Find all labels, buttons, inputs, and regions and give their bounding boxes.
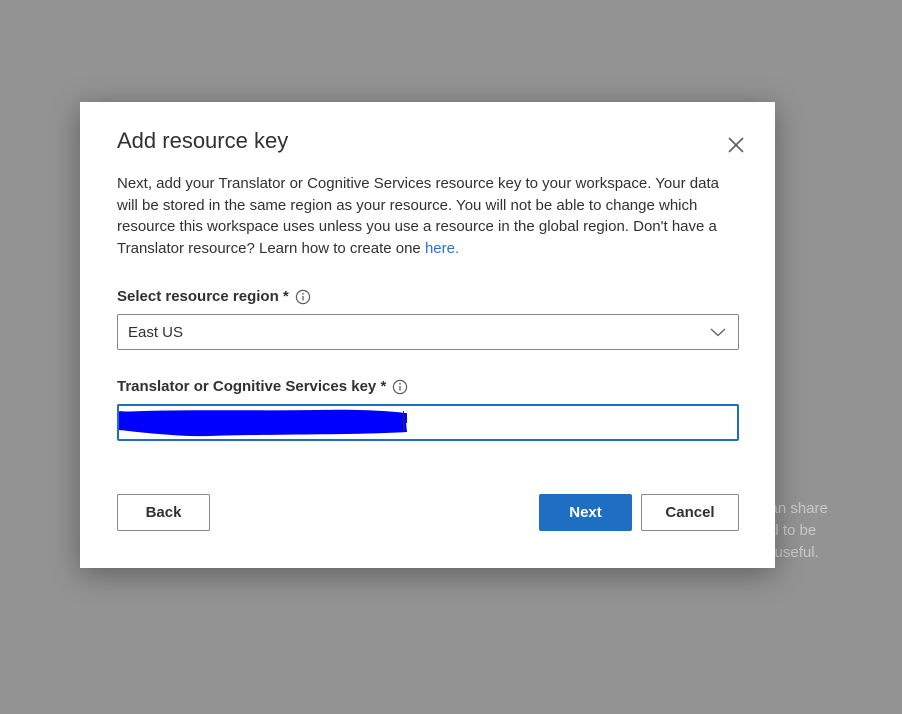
background-text-line: ed to be — [762, 522, 817, 539]
add-resource-key-dialog: Add resource key Next, add your Translat… — [80, 102, 775, 568]
cancel-button[interactable]: Cancel — [641, 494, 739, 531]
info-icon[interactable] — [295, 289, 311, 305]
description-text: Next, add your Translator or Cognitive S… — [117, 175, 719, 257]
region-select-value: East US — [128, 323, 184, 341]
region-select[interactable]: East US — [117, 314, 739, 350]
learn-more-link[interactable]: here. — [425, 240, 459, 257]
close-button[interactable] — [725, 134, 747, 156]
background-text-line: can share — [762, 500, 828, 517]
chevron-down-icon — [710, 328, 726, 337]
key-field-label: Translator or Cognitive Services key * — [117, 378, 408, 395]
background-page-text: can share ed to be e useful. — [762, 498, 882, 564]
next-button[interactable]: Next — [539, 494, 632, 531]
background-text-line: e useful. — [762, 544, 819, 561]
info-icon[interactable] — [392, 379, 408, 395]
dialog-description: Next, add your Translator or Cognitive S… — [117, 173, 742, 259]
dialog-title: Add resource key — [117, 128, 289, 153]
resource-key-input[interactable] — [117, 404, 739, 441]
region-field-label: Select resource region * — [117, 288, 311, 305]
text-caret — [403, 411, 404, 431]
region-label-text: Select resource region * — [117, 288, 289, 305]
back-button[interactable]: Back — [117, 494, 210, 531]
redaction-scribble — [119, 409, 408, 437]
close-icon — [728, 137, 744, 153]
key-label-text: Translator or Cognitive Services key * — [117, 378, 387, 395]
